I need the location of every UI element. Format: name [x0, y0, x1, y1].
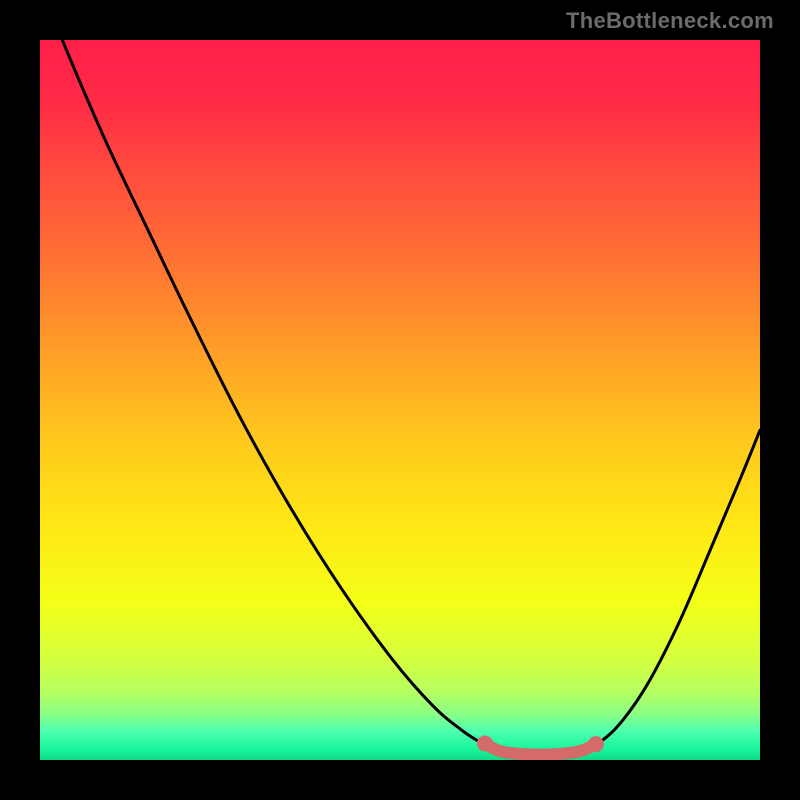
attribution-label: TheBottleneck.com	[566, 8, 774, 34]
highlight-endpoint	[588, 736, 604, 752]
bottleneck-curve	[62, 40, 760, 755]
curve-layer	[40, 40, 760, 760]
plot-area	[40, 40, 760, 760]
highlight-endpoint	[477, 735, 493, 751]
chart-frame: TheBottleneck.com	[0, 0, 800, 800]
highlight-band	[485, 743, 596, 754]
